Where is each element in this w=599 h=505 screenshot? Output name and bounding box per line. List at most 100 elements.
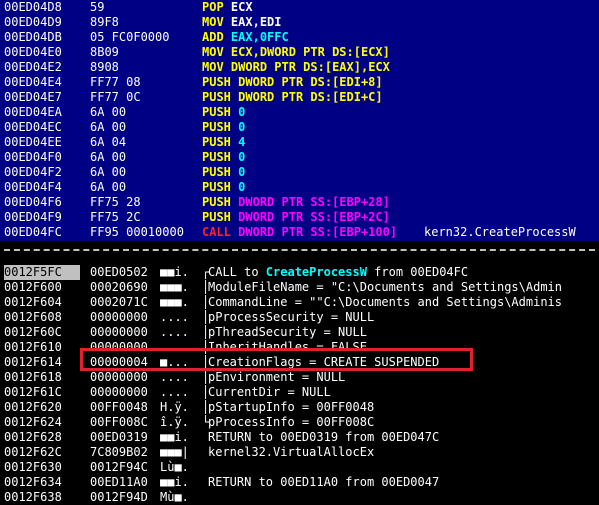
stack-address: 0012F5FC [4,265,80,280]
stack-comment-text: pStartupInfo = 00FF0048 [208,400,375,414]
instruction-operands: 0 [238,105,246,119]
pane-separator[interactable] [0,241,599,260]
instruction-address: 00ED04E0 [4,45,62,59]
stack-comment-text: pThreadSecurity = NULL [208,325,367,339]
stack-pane[interactable]: 0012F5FC 00ED0502 ■■i. ┌ CALL to CreateProce… [0,260,599,504]
stack-comment: pEnvironment = NULL [208,370,345,385]
instruction-opcode: MOV [202,60,224,74]
stack-row[interactable]: 0012F620 00FF0048 H.ÿ. │ pStartupInfo = 00FF… [0,400,599,415]
instruction-bytes: 6A 00 [90,105,127,119]
stack-ascii: .... [160,385,189,399]
stack-address: 0012F634 [4,475,62,489]
instruction-opcode: POP [202,0,224,14]
stack-row[interactable]: 0012F638 0012F94D Mù■. [0,490,599,505]
disasm-row[interactable]: 00ED04EE 6A 04 PUSH 4 [0,135,599,150]
instruction-bytes: FF77 08 [90,75,141,89]
instruction-text: PUSH DWORD PTR SS:[EBP+2C] [202,210,390,225]
stack-row[interactable]: 0012F618 00000000.... │ pEnvironment = NULL [0,370,599,385]
disasm-row[interactable]: 00ED04E7 FF77 0C PUSH DWORD PTR DS:[EDI+C] [0,90,599,105]
instruction-opcode: PUSH [202,180,231,194]
disasm-row[interactable]: 00ED04D8 59 POP ECX [0,0,599,15]
stack-row[interactable]: 0012F624 00FF008C î.ÿ. └ pProcessInfo = 00FF… [0,415,599,430]
instruction-address: 00ED04F0 [4,150,62,164]
instruction-opcode: ADD [202,30,224,44]
stack-row[interactable]: 0012F61C 00000000.... │ CurrentDir = NULL [0,385,599,400]
stack-row[interactable]: 0012F5FC 00ED0502 ■■i. ┌ CALL to CreateProce… [0,265,599,280]
stack-ascii: .... [160,310,189,324]
stack-comment: CommandLine = ""C:\Documents and Setting… [208,295,562,310]
instruction-address: 00ED04D8 [4,0,62,14]
stack-comment-text: RETURN to 00ED11A0 from 00ED0047 [208,475,440,489]
instruction-address: 00ED04EC [4,120,62,134]
disasm-row[interactable]: 00ED04E2 8908 MOV DWORD PTR DS:[EAX],ECX [0,60,599,75]
stack-address: 0012F60C [4,325,62,339]
instruction-operands: DWORD PTR SS:[EBP+2C] [238,210,390,224]
instruction-bytes: FF75 2C [90,210,141,224]
instruction-operands: DWORD PTR DS:[EAX],ECX [230,60,390,74]
instruction-bytes: 6A 04 [90,135,127,149]
stack-address: 0012F610 [4,340,62,354]
instruction-text: PUSH 0 [202,105,245,120]
disasm-row[interactable]: 00ED04FC FF95 00010000 CALL DWORD PTR SS:[… [0,225,599,240]
disasm-row[interactable]: 00ED04F9 FF75 2C PUSH DWORD PTR SS:[EBP+2C… [0,210,599,225]
instruction-operands: ECX [230,0,253,14]
stack-comment-text: pProcessSecurity = NULL [208,310,375,324]
instruction-opcode: MOV [202,15,224,29]
stack-ascii: H.ÿ. [160,400,189,414]
stack-comment: pStartupInfo = 00FF0048 [208,400,374,415]
stack-ascii: ■■i. [160,430,189,444]
disasm-row[interactable]: 00ED04EA 6A 00 PUSH 0 [0,105,599,120]
stack-row[interactable]: 0012F634 00ED11A0 ■■i. RETURN to 00ED11A0 f… [0,475,599,490]
instruction-comment: kern32.CreateProcessW [424,225,576,239]
stack-row[interactable]: 0012F60C 00000000.... │ pThreadSecurity = N… [0,325,599,340]
stack-comment-text: CommandLine = ""C:\Documents and Setting… [208,295,563,309]
disassembly-pane[interactable]: 00ED04D8 59 POP ECX 00ED04D9 89F8 MOV EAX,EDI… [0,0,599,241]
instruction-bytes: FF75 28 [90,195,141,209]
instruction-text: PUSH 0 [202,150,245,165]
stack-comment: kernel32.VirtualAllocEx [208,445,374,460]
stack-row[interactable]: 0012F62C 7C809B02 ■■■| kernel32.VirtualAllo… [0,445,599,460]
stack-row[interactable]: 0012F604 0002071C ■■■. │ CommandLine = ""C:\… [0,295,599,310]
disasm-row[interactable]: 00ED04F4 6A 00 PUSH 0 [0,180,599,195]
stack-row[interactable]: 0012F630 0012F94C Lù■. [0,460,599,475]
disasm-row[interactable]: 00ED04E4 FF77 08 PUSH DWORD PTR DS:[EDI+8] [0,75,599,90]
stack-address: 0012F614 [4,355,62,369]
instruction-opcode: PUSH [202,150,231,164]
stack-comment-text: ModuleFileName = "C:\Documents and Setti… [208,280,563,294]
stack-comment: ModuleFileName = "C:\Documents and Setti… [208,280,562,295]
instruction-opcode: CALL [202,225,231,239]
stack-row[interactable]: 0012F608 00000000.... │ pProcessSecurity = … [0,310,599,325]
stack-ascii: ■■■| [160,445,189,459]
stack-address: 0012F62C [4,445,62,459]
stack-row[interactable]: 0012F628 00ED0319 ■■i. RETURN to 00ED0319 f… [0,430,599,445]
stack-ascii: .... [160,370,189,384]
instruction-address: 00ED04E7 [4,90,62,104]
instruction-address: 00ED04F9 [4,210,62,224]
highlight-box [80,348,473,371]
instruction-text: PUSH DWORD PTR DS:[EDI+C] [202,90,383,105]
instruction-operands: DWORD PTR SS:[EBP+100] [238,225,398,239]
stack-comment-text: CurrentDir = NULL [208,385,331,399]
instruction-text: MOV DWORD PTR DS:[EAX],ECX [202,60,390,75]
disasm-row[interactable]: 00ED04F2 6A 00 PUSH 0 [0,165,599,180]
disasm-row[interactable]: 00ED04F0 6A 00 PUSH 0 [0,150,599,165]
instruction-bytes: 05 FC0F0000 [90,30,170,44]
stack-row[interactable]: 0012F600 00020690 ■■■. │ ModuleFileName = "C… [0,280,599,295]
disasm-row[interactable]: 00ED04F6 FF75 28 PUSH DWORD PTR SS:[EBP+28… [0,195,599,210]
stack-comment: RETURN to 00ED0319 from 00ED047C [208,430,439,445]
instruction-text: PUSH 4 [202,135,245,150]
instruction-address: 00ED04EE [4,135,62,149]
instruction-address: 00ED04D9 [4,15,62,29]
instruction-opcode: PUSH [202,135,231,149]
disasm-row[interactable]: 00ED04E0 8B09 MOV ECX,DWORD PTR DS:[ECX] [0,45,599,60]
instruction-opcode: PUSH [202,120,231,134]
stack-value: 0002071C [90,295,148,309]
disasm-row[interactable]: 00ED04EC 6A 00 PUSH 0 [0,120,599,135]
stack-ascii: Lù■. [160,460,189,474]
stack-ascii: î.ÿ. [160,415,189,429]
instruction-opcode: MOV [202,45,224,59]
disasm-row[interactable]: 00ED04DB 05 FC0F0000 ADD EAX,0FFC [0,30,599,45]
disasm-row[interactable]: 00ED04D9 89F8 MOV EAX,EDI [0,15,599,30]
instruction-address: 00ED04E2 [4,60,62,74]
instruction-text: ADD EAX,0FFC [202,30,289,45]
